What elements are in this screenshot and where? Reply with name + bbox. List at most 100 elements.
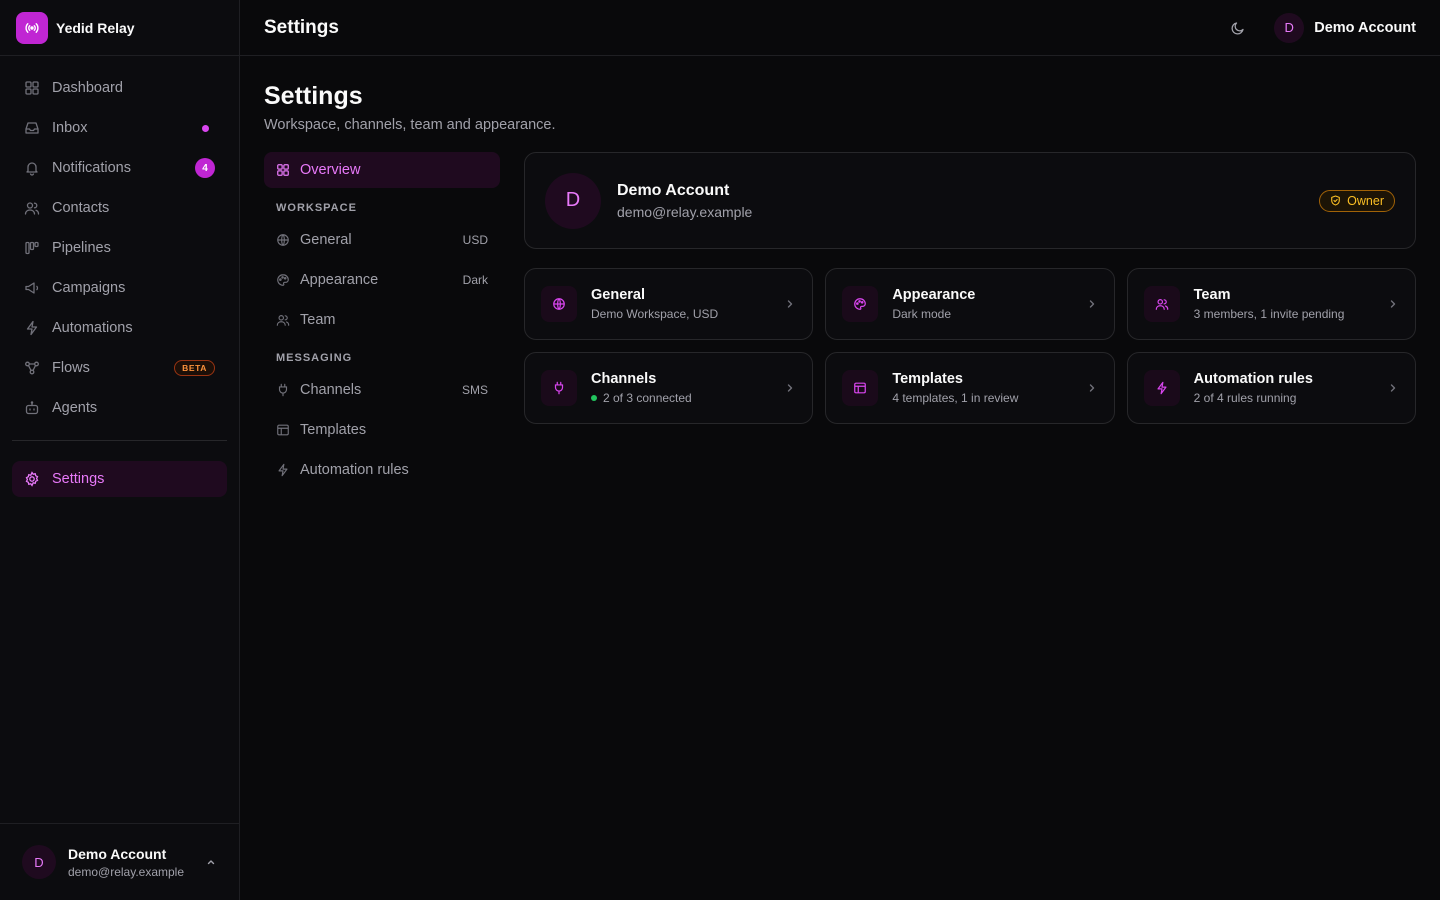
topbar-title: Settings [264, 16, 339, 38]
account-name: Demo Account [1314, 19, 1416, 36]
settings-card-automation-rules[interactable]: Automation rules 2 of 4 rules running [1126, 352, 1416, 424]
sidebar-item-label: Agents [52, 400, 98, 416]
card-subtitle: Demo Workspace, USD [591, 307, 719, 321]
dashboard-icon [276, 163, 290, 177]
settings-overview: D Demo Account demo@relay.example Owner [524, 152, 1416, 424]
broadcast-icon [16, 11, 48, 44]
settings-nav-heading-messaging: MESSAGING [276, 352, 353, 364]
sidebar-item-label: Automations [52, 320, 133, 336]
card-title: General [591, 287, 645, 303]
shield-icon [1330, 195, 1341, 206]
account-menu-button[interactable]: D Demo Account [1274, 12, 1416, 43]
user-name: Demo Account [68, 845, 167, 862]
sidebar-item-flows[interactable]: Flows BETA [12, 350, 227, 386]
moon-icon[interactable] [1230, 20, 1246, 36]
sidebar-user-menu[interactable]: D Demo Account demo@relay.example [0, 823, 239, 900]
sidebar-item-notifications[interactable]: Notifications 4 [12, 150, 227, 186]
settings-nav-label: Templates [300, 422, 367, 438]
settings-nav-label: Channels [300, 382, 362, 398]
settings-card-team[interactable]: Team 3 members, 1 invite pending [1126, 268, 1416, 340]
profile-card: D Demo Account demo@relay.example Owner [524, 152, 1416, 249]
sidebar-item-dashboard[interactable]: Dashboard [12, 70, 227, 106]
sidebar: Yedid Relay Dashboard Inbox Notification… [0, 0, 240, 900]
settings-nav-label: Overview [300, 162, 361, 178]
profile-name: Demo Account [617, 181, 730, 199]
sidebar-item-settings[interactable]: Settings [12, 461, 227, 497]
sidebar-divider [12, 440, 227, 441]
card-title: Team [1193, 287, 1231, 303]
card-subtitle: 2 of 4 rules running [1193, 391, 1297, 405]
settings-nav-automation-rules[interactable]: Automation rules [264, 452, 500, 488]
plug-icon [276, 383, 290, 397]
sidebar-item-automations[interactable]: Automations [12, 310, 227, 346]
sidebar-item-label: Settings [52, 471, 105, 487]
template-icon [276, 423, 290, 437]
settings-nav-label: Automation rules [300, 462, 409, 478]
role-label: Owner [1347, 193, 1384, 208]
sidebar-item-campaigns[interactable]: Campaigns [12, 270, 227, 306]
avatar: D [1274, 12, 1305, 43]
chevron-right-icon [1086, 382, 1098, 394]
settings-card-templates[interactable]: Templates 4 templates, 1 in review [825, 352, 1115, 424]
gear-icon [24, 471, 40, 487]
settings-nav-channels[interactable]: Channels SMS [264, 372, 500, 408]
card-title: Templates [892, 371, 963, 387]
status-dot [591, 395, 597, 401]
brand[interactable]: Yedid Relay [0, 0, 239, 56]
profile-email: demo@relay.example [617, 203, 753, 220]
dashboard-icon [24, 80, 40, 96]
role-badge: Owner [1319, 189, 1395, 212]
bolt-icon [276, 463, 290, 477]
sidebar-item-label: Campaigns [52, 280, 126, 296]
top-bar: Settings D Demo Account [240, 0, 1440, 56]
settings-nav-appearance[interactable]: Appearance Dark [264, 262, 500, 298]
settings-nav-label: Appearance [300, 272, 379, 288]
settings-nav-team[interactable]: Team [264, 302, 500, 338]
settings-nav-heading-workspace: WORKSPACE [276, 202, 357, 214]
plug-icon [541, 370, 577, 406]
card-subtitle: 2 of 3 connected [591, 391, 770, 405]
sidebar-nav: Dashboard Inbox Notifications 4 Contacts… [0, 56, 239, 497]
bolt-icon [24, 320, 40, 336]
sidebar-item-pipelines[interactable]: Pipelines [12, 230, 227, 266]
settings-cards: General Demo Workspace, USD Appearance D… [524, 268, 1416, 424]
users-icon [24, 200, 40, 216]
settings-nav-meta: SMS [461, 383, 488, 397]
sidebar-item-agents[interactable]: Agents [12, 390, 227, 426]
settings-nav-overview[interactable]: Overview [264, 152, 500, 188]
chevron-right-icon [1387, 298, 1399, 310]
unread-dot [202, 124, 209, 132]
chevron-up-icon [205, 856, 217, 868]
sidebar-item-label: Notifications [52, 160, 131, 176]
sidebar-item-contacts[interactable]: Contacts [12, 190, 227, 226]
inbox-icon [24, 120, 40, 136]
chevron-right-icon [1387, 382, 1399, 394]
settings-nav-general[interactable]: General USD [264, 222, 500, 258]
settings-card-channels[interactable]: Channels 2 of 3 connected [524, 352, 814, 424]
card-subtitle: 3 members, 1 invite pending [1193, 307, 1345, 321]
beta-badge: BETA [174, 360, 215, 376]
bolt-icon [1143, 370, 1180, 406]
page-subtitle: Workspace, channels, team and appearance… [264, 117, 556, 133]
sidebar-item-label: Contacts [52, 200, 110, 216]
card-title: Appearance [892, 287, 976, 303]
users-icon [276, 313, 290, 327]
pipeline-icon [24, 240, 40, 256]
bell-icon [24, 160, 40, 176]
sidebar-item-label: Inbox [52, 120, 88, 136]
template-icon [842, 370, 879, 406]
bot-icon [24, 400, 40, 416]
globe-icon [541, 286, 577, 322]
megaphone-icon [24, 280, 40, 296]
user-email: demo@relay.example [68, 864, 185, 879]
chevron-right-icon [784, 298, 796, 310]
flows-icon [24, 360, 40, 376]
settings-card-general[interactable]: General Demo Workspace, USD [524, 268, 814, 340]
settings-nav: Overview WORKSPACE General USD Appearanc… [264, 152, 500, 492]
avatar: D [545, 172, 601, 229]
settings-card-appearance[interactable]: Appearance Dark mode [825, 268, 1115, 340]
main-content: Settings Workspace, channels, team and a… [264, 56, 1416, 478]
chevron-right-icon [784, 382, 796, 394]
settings-nav-templates[interactable]: Templates [264, 412, 500, 448]
sidebar-item-inbox[interactable]: Inbox [12, 110, 227, 146]
